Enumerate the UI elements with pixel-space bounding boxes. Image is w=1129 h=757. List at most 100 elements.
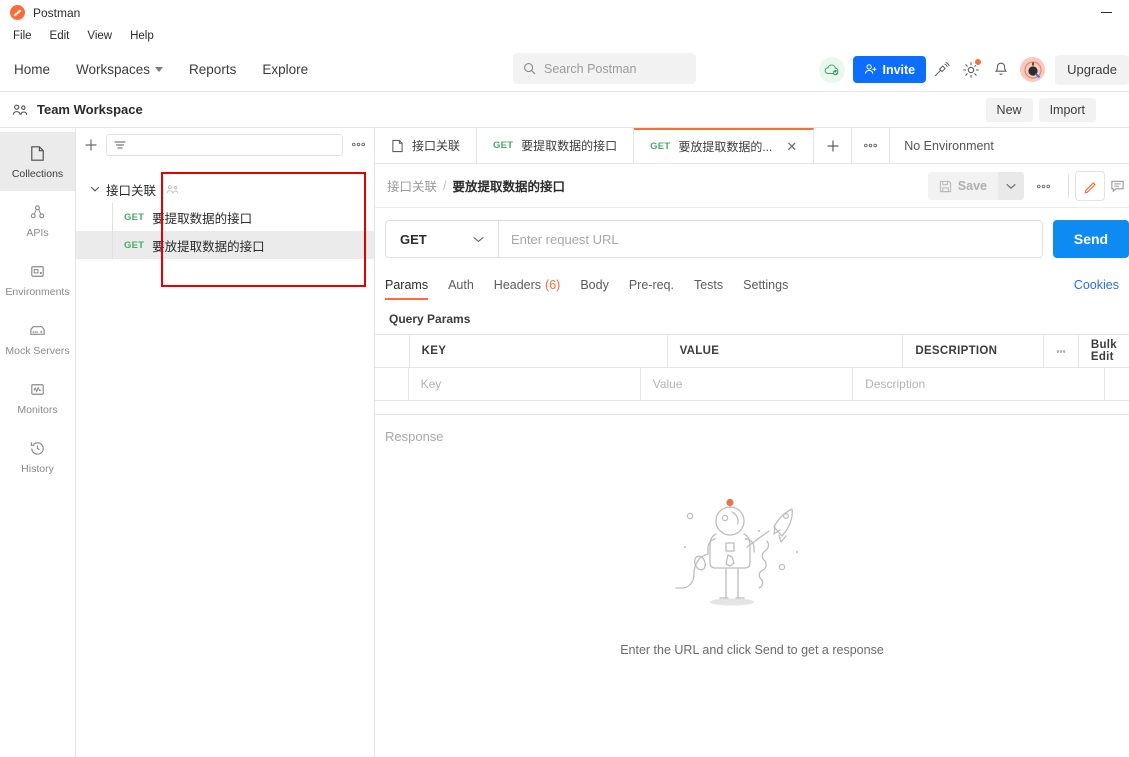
comment-icon[interactable] bbox=[1105, 171, 1129, 201]
request-more-icon[interactable] bbox=[1024, 184, 1062, 189]
invite-button[interactable]: Invite bbox=[853, 56, 927, 83]
menu-item-help[interactable]: Help bbox=[123, 28, 161, 44]
breadcrumb-current: 要放提取数据的接口 bbox=[452, 180, 566, 194]
tab-settings-label: Settings bbox=[743, 278, 789, 292]
request-url-input[interactable]: Enter request URL bbox=[498, 220, 1043, 258]
breadcrumb-parent[interactable]: 接口关联 bbox=[387, 176, 437, 195]
collections-panel: 接口关联 GET 要提取数据的接口 GET 要放提取数据的接口 bbox=[76, 128, 375, 757]
headers-count: (6) bbox=[545, 278, 561, 292]
sidebar-item-mock-servers[interactable]: Mock Servers bbox=[0, 309, 75, 368]
table-row[interactable]: Key Value Description bbox=[375, 368, 1129, 401]
tab-params-label: Params bbox=[385, 278, 429, 292]
cloud-sync-icon[interactable] bbox=[819, 56, 846, 83]
row-key-input[interactable]: Key bbox=[409, 368, 641, 400]
chevron-down-icon bbox=[473, 236, 484, 242]
tab-collection-overview[interactable]: 接口关联 bbox=[375, 128, 478, 163]
nav-explore[interactable]: Explore bbox=[262, 62, 308, 77]
nav-home-label: Home bbox=[14, 61, 51, 77]
astronaut-rocket-illustration bbox=[675, 499, 799, 606]
tab-body[interactable]: Body bbox=[580, 270, 609, 300]
shared-team-icon bbox=[166, 184, 179, 193]
collection-name: 接口关联 bbox=[106, 183, 157, 198]
request-method: GET bbox=[124, 211, 145, 223]
table-more-icon[interactable] bbox=[1044, 335, 1079, 367]
tab-prereq-label: Pre-req. bbox=[628, 278, 674, 292]
save-button[interactable]: Save bbox=[927, 172, 998, 200]
search-postman-box[interactable]: Search Postman bbox=[513, 53, 696, 84]
save-icon bbox=[939, 180, 951, 192]
breadcrumb: 接口关联 / 要放提取数据的接口 Save bbox=[375, 164, 1129, 208]
table-row-spacer bbox=[375, 401, 1129, 415]
workspace-actions: New Import bbox=[985, 92, 1129, 128]
gear-notification-dot bbox=[974, 57, 983, 66]
request-item[interactable]: GET 要放提取数据的接口 bbox=[76, 231, 374, 259]
menu-item-file[interactable]: File bbox=[6, 28, 39, 44]
new-button[interactable]: New bbox=[985, 98, 1033, 122]
column-key: KEY bbox=[410, 335, 668, 367]
main-content: 接口关联 GET 要提取数据的接口 GET 要放提取数据的... ✕ No En… bbox=[375, 128, 1129, 757]
sidebar-item-label: History bbox=[21, 462, 54, 475]
satellite-icon[interactable] bbox=[926, 55, 956, 85]
close-icon[interactable]: ✕ bbox=[786, 139, 797, 155]
avatar[interactable] bbox=[1020, 57, 1046, 82]
environment-selector[interactable]: No Environment bbox=[890, 128, 1008, 163]
title-bar: Postman bbox=[0, 0, 1129, 25]
upgrade-button[interactable]: Upgrade bbox=[1055, 54, 1129, 85]
menu-item-edit[interactable]: Edit bbox=[43, 28, 77, 44]
column-description: DESCRIPTION bbox=[903, 335, 1044, 367]
query-params-table: KEY VALUE DESCRIPTION Bulk Edit Key Valu… bbox=[375, 334, 1129, 415]
row-description-input[interactable]: Description bbox=[853, 368, 1105, 400]
sidebar-item-environments[interactable]: Environments bbox=[0, 250, 75, 309]
plus-icon[interactable] bbox=[84, 138, 98, 152]
bell-icon[interactable] bbox=[986, 55, 1016, 85]
tab-prerequest[interactable]: Pre-req. bbox=[629, 270, 674, 300]
tab-tests[interactable]: Tests bbox=[694, 270, 723, 300]
sidebar-item-history[interactable]: History bbox=[0, 427, 75, 486]
tab-tests-label: Tests bbox=[693, 278, 724, 292]
gear-icon[interactable] bbox=[956, 55, 986, 85]
sidebar-item-label: APIs bbox=[26, 226, 49, 239]
collections-filter-input[interactable] bbox=[106, 133, 343, 156]
row-checkbox-cell[interactable] bbox=[375, 368, 409, 400]
cookies-link[interactable]: Cookies bbox=[1074, 278, 1119, 292]
filter-icon bbox=[114, 140, 126, 149]
nav-workspaces[interactable]: Workspaces bbox=[76, 62, 164, 77]
nav-explore-label: Explore bbox=[262, 61, 309, 77]
import-button[interactable]: Import bbox=[1038, 98, 1096, 122]
bulk-edit-link[interactable]: Bulk Edit bbox=[1079, 335, 1129, 367]
tab-auth[interactable]: Auth bbox=[448, 270, 474, 300]
tab-more-icon[interactable] bbox=[852, 128, 891, 163]
http-method-selector[interactable]: GET bbox=[385, 220, 498, 258]
edit-pencil-icon[interactable] bbox=[1075, 171, 1105, 201]
tab-settings[interactable]: Settings bbox=[743, 270, 788, 300]
table-header-row: KEY VALUE DESCRIPTION Bulk Edit bbox=[375, 335, 1129, 368]
sidebar-item-collections[interactable]: Collections bbox=[0, 132, 75, 191]
nav-reports[interactable]: Reports bbox=[189, 62, 236, 77]
sidebar-item-monitors[interactable]: Monitors bbox=[0, 368, 75, 427]
sidebar-item-label: Mock Servers bbox=[5, 344, 70, 357]
tab-request-2[interactable]: GET 要放提取数据的... ✕ bbox=[634, 128, 815, 163]
tab-headers[interactable]: Headers (6) bbox=[494, 270, 561, 300]
send-button[interactable]: Send bbox=[1053, 220, 1129, 258]
row-value-input[interactable]: Value bbox=[641, 368, 854, 400]
request-item[interactable]: GET 要提取数据的接口 bbox=[76, 203, 374, 231]
sidebar-item-label: Monitors bbox=[17, 403, 58, 416]
response-empty-hint: Enter the URL and click Send to get a re… bbox=[620, 643, 884, 657]
menu-item-view[interactable]: View bbox=[80, 28, 119, 44]
monitors-icon bbox=[31, 383, 44, 395]
collection-node[interactable]: 接口关联 bbox=[76, 175, 374, 203]
left-rail: Collections APIs Environments Mock Serve… bbox=[0, 128, 76, 757]
minimize-button[interactable] bbox=[1083, 0, 1129, 25]
mock-servers-icon bbox=[30, 325, 45, 335]
save-dropdown-button[interactable] bbox=[998, 172, 1024, 200]
new-tab-button[interactable] bbox=[814, 128, 853, 163]
select-all-cell[interactable] bbox=[375, 335, 410, 367]
collections-more-icon[interactable] bbox=[351, 142, 366, 147]
request-tab-bar: 接口关联 GET 要提取数据的接口 GET 要放提取数据的... ✕ No En… bbox=[375, 128, 1129, 164]
nav-home[interactable]: Home bbox=[14, 62, 50, 77]
menu-bar: File Edit View Help bbox=[0, 25, 1129, 47]
tab-request-1[interactable]: GET 要提取数据的接口 bbox=[477, 128, 635, 163]
tab-params[interactable]: Params bbox=[385, 270, 429, 300]
sidebar-item-apis[interactable]: APIs bbox=[0, 191, 75, 250]
tab-method: GET bbox=[493, 140, 514, 151]
